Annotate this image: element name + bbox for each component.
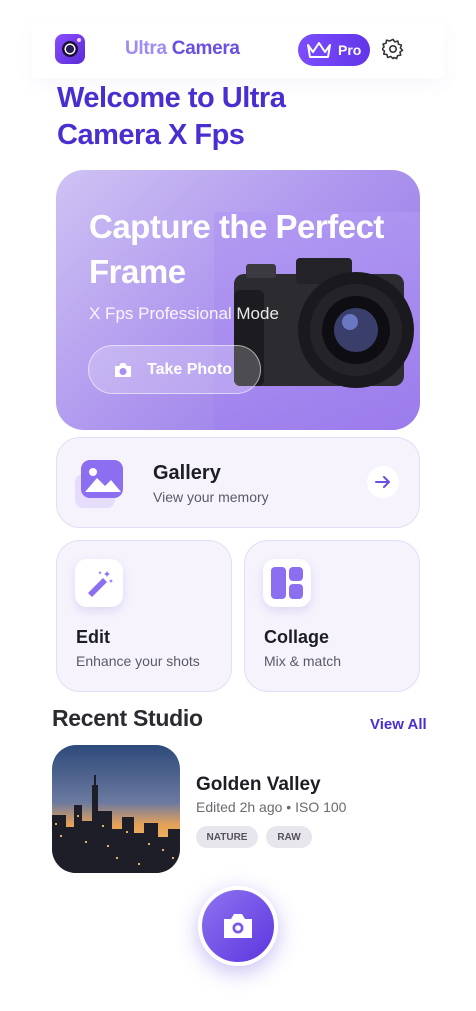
recent-studio-heading: Recent Studio	[52, 705, 203, 731]
recent-item-title[interactable]: Golden Valley	[196, 774, 321, 796]
gallery-title: Gallery	[153, 462, 221, 484]
tag-nature[interactable]: NATURE	[196, 826, 258, 848]
take-photo-button[interactable]: Take Photo	[88, 345, 261, 394]
collage-layout-icon	[263, 559, 311, 607]
pro-button[interactable]: Pro	[298, 34, 370, 66]
take-photo-label: Take Photo	[147, 360, 233, 378]
welcome-heading: Welcome to Ultra Camera X Fps	[57, 82, 286, 151]
arrow-right-icon	[375, 476, 390, 488]
view-all-link[interactable]: View All	[370, 716, 427, 733]
collage-subtitle: Mix & match	[264, 653, 342, 669]
hero-subtitle: X Fps Professional Mode	[89, 304, 279, 323]
gear-icon[interactable]	[382, 38, 404, 60]
image-stack-icon	[75, 460, 123, 508]
camera-icon	[115, 362, 131, 377]
recent-thumbnail[interactable]	[52, 745, 180, 873]
magic-wand-icon	[75, 559, 123, 607]
collage-title: Collage	[264, 627, 330, 647]
tag-raw[interactable]: RAW	[266, 826, 312, 848]
gallery-open-button[interactable]	[367, 466, 399, 498]
pro-label: Pro	[338, 42, 362, 58]
camera-icon	[224, 914, 252, 938]
collage-card[interactable]: Collage Mix & match	[244, 540, 420, 692]
top-app-bar: Ultra Camera Pro	[32, 22, 444, 78]
recent-item-meta: Edited 2h ago • ISO 100	[196, 799, 347, 815]
gallery-subtitle: View your memory	[153, 489, 269, 505]
edit-card[interactable]: Edit Enhance your shots	[56, 540, 232, 692]
hero-card: Capture the Perfect Frame X Fps Professi…	[56, 170, 420, 430]
crown-icon	[307, 42, 331, 58]
edit-subtitle: Enhance your shots	[76, 653, 200, 669]
edit-title: Edit	[76, 627, 110, 647]
hero-title: Capture the Perfect Frame	[89, 208, 384, 290]
camera-lens-icon[interactable]	[55, 34, 85, 64]
gallery-card[interactable]: Gallery View your memory	[56, 437, 420, 528]
camera-capture-button[interactable]	[198, 886, 278, 966]
app-title: Ultra Camera	[125, 38, 240, 59]
